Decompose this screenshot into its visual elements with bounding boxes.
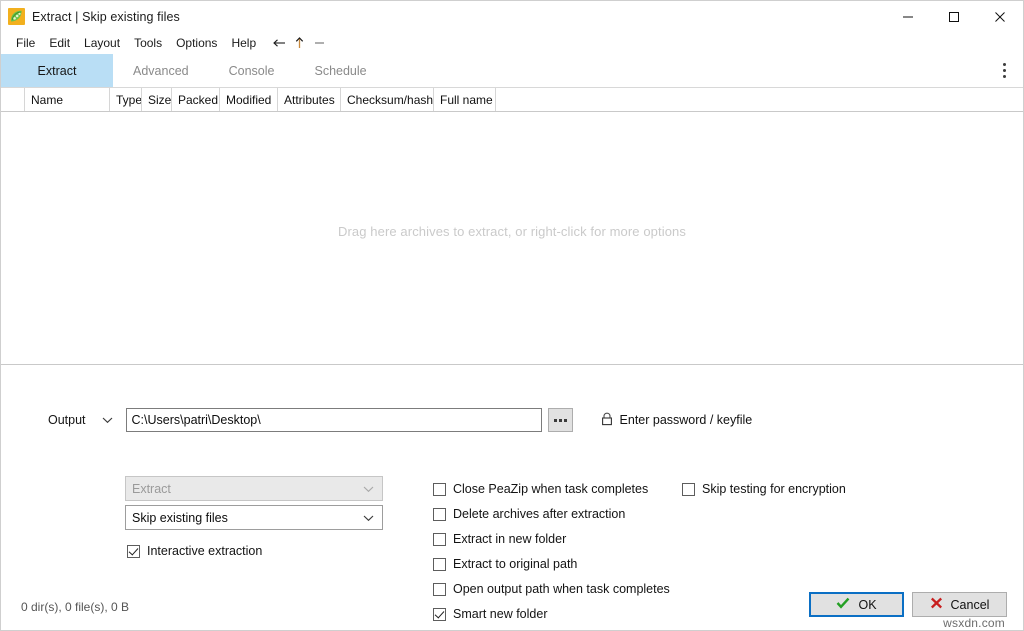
checkbox-interactive-extraction[interactable]: Interactive extraction bbox=[127, 544, 262, 558]
column-header-filler bbox=[496, 88, 1023, 111]
extraction-options-panel: Output C:\Users\patri\Desktop\ Enter pas… bbox=[1, 365, 1023, 630]
checkbox-box bbox=[127, 544, 140, 558]
drop-area-placeholder: Drag here archives to extract, or right-… bbox=[338, 224, 686, 239]
output-label: Output bbox=[48, 413, 86, 427]
column-header-modified[interactable]: Modified bbox=[220, 88, 278, 111]
checkbox-box bbox=[433, 532, 446, 546]
window-title: Extract | Skip existing files bbox=[32, 9, 180, 24]
close-button[interactable] bbox=[977, 1, 1023, 32]
maximize-button[interactable] bbox=[931, 1, 977, 32]
checkbox-box bbox=[433, 482, 446, 496]
column-header-type[interactable]: Type bbox=[110, 88, 142, 111]
checkbox-label: Interactive extraction bbox=[147, 544, 263, 558]
enter-password-label: Enter password / keyfile bbox=[619, 413, 753, 427]
menu-options[interactable]: Options bbox=[169, 34, 224, 53]
lock-icon bbox=[601, 412, 613, 429]
checkbox-label: Extract in new folder bbox=[453, 532, 567, 546]
tab-console[interactable]: Console bbox=[209, 54, 295, 87]
minimize-button[interactable] bbox=[885, 1, 931, 32]
column-header-name[interactable]: Name bbox=[25, 88, 110, 111]
file-list-column-headers: Name Type Size Packed Modified Attribute… bbox=[1, 88, 1023, 112]
ok-button[interactable]: OK bbox=[809, 592, 904, 617]
cancel-button[interactable]: Cancel bbox=[912, 592, 1007, 617]
check-icon bbox=[836, 597, 850, 612]
checkbox-label: Open output path when task completes bbox=[453, 582, 670, 596]
window-controls bbox=[885, 1, 1023, 32]
collapse-dash-icon[interactable] bbox=[309, 34, 329, 52]
kebab-dot-2 bbox=[1002, 69, 1006, 72]
checkbox-label: Close PeaZip when task completes bbox=[453, 482, 649, 496]
title-bar: Extract | Skip existing files bbox=[1, 1, 1023, 32]
extraction-action-combo: Extract bbox=[125, 476, 383, 501]
menu-tools[interactable]: Tools bbox=[127, 34, 169, 53]
checkbox-box bbox=[433, 557, 446, 571]
ok-button-label: OK bbox=[858, 597, 877, 612]
output-path-input[interactable]: C:\Users\patri\Desktop\ bbox=[125, 408, 542, 432]
browse-dot-3 bbox=[563, 418, 567, 422]
cross-icon bbox=[930, 597, 943, 612]
kebab-menu-icon[interactable] bbox=[991, 54, 1017, 87]
tab-extract[interactable]: Extract bbox=[1, 54, 113, 87]
column-header-fullname[interactable]: Full name bbox=[434, 88, 496, 111]
checkbox-extract-in-new-folder[interactable]: Extract in new folder bbox=[433, 532, 566, 546]
checkbox-box bbox=[682, 482, 695, 496]
menu-edit[interactable]: Edit bbox=[42, 34, 77, 53]
column-header-size[interactable]: Size bbox=[142, 88, 172, 111]
kebab-dot-1 bbox=[1002, 63, 1006, 66]
output-path-row: Output C:\Users\patri\Desktop\ Enter pas… bbox=[1, 407, 1023, 433]
checkbox-open-output-path[interactable]: Open output path when task completes bbox=[433, 582, 670, 596]
checkbox-box bbox=[433, 607, 446, 621]
tab-schedule[interactable]: Schedule bbox=[294, 54, 386, 87]
checkbox-skip-testing-encryption[interactable]: Skip testing for encryption bbox=[682, 482, 846, 496]
existing-files-policy-value: Skip existing files bbox=[132, 510, 228, 525]
enter-password-link[interactable]: Enter password / keyfile bbox=[601, 412, 753, 429]
checkbox-delete-archives[interactable]: Delete archives after extraction bbox=[433, 507, 625, 521]
watermark: wsxdn.com bbox=[943, 616, 1005, 630]
chevron-down-icon bbox=[363, 477, 374, 500]
menu-file[interactable]: File bbox=[9, 34, 42, 53]
peazip-icon bbox=[8, 8, 25, 25]
tab-advanced[interactable]: Advanced bbox=[113, 54, 209, 87]
browse-dot-1 bbox=[553, 418, 557, 422]
column-header-packed[interactable]: Packed bbox=[172, 88, 220, 111]
up-arrow-icon[interactable] bbox=[289, 34, 309, 52]
kebab-dot-3 bbox=[1002, 75, 1006, 78]
chevron-down-icon[interactable] bbox=[100, 416, 116, 424]
menu-bar: File Edit Layout Tools Options Help bbox=[1, 32, 1023, 54]
status-bar-text: 0 dir(s), 0 file(s), 0 B bbox=[21, 600, 130, 614]
column-header-icon[interactable] bbox=[1, 88, 25, 111]
column-header-attributes[interactable]: Attributes bbox=[278, 88, 341, 111]
checkbox-close-peazip[interactable]: Close PeaZip when task completes bbox=[433, 482, 648, 496]
chevron-down-icon bbox=[363, 506, 374, 529]
menu-layout[interactable]: Layout bbox=[77, 34, 127, 53]
column-header-checksum[interactable]: Checksum/hash bbox=[341, 88, 434, 111]
checkbox-label: Skip testing for encryption bbox=[702, 482, 846, 496]
extraction-action-value: Extract bbox=[132, 481, 171, 496]
menu-help[interactable]: Help bbox=[224, 34, 263, 53]
checkbox-label: Smart new folder bbox=[453, 607, 548, 621]
checkbox-box bbox=[433, 507, 446, 521]
checkbox-box bbox=[433, 582, 446, 596]
checkbox-label: Extract to original path bbox=[453, 557, 578, 571]
checkbox-smart-new-folder[interactable]: Smart new folder bbox=[433, 607, 547, 621]
tab-bar: Extract Advanced Console Schedule bbox=[1, 54, 1023, 88]
checkbox-label: Delete archives after extraction bbox=[453, 507, 626, 521]
checkbox-extract-to-original-path[interactable]: Extract to original path bbox=[433, 557, 577, 571]
navigation-icons bbox=[269, 34, 329, 52]
cancel-button-label: Cancel bbox=[950, 597, 990, 612]
back-arrow-icon[interactable] bbox=[269, 34, 289, 52]
existing-files-policy-combo[interactable]: Skip existing files bbox=[125, 505, 383, 530]
archive-drop-area[interactable]: Drag here archives to extract, or right-… bbox=[1, 112, 1023, 365]
browse-output-button[interactable] bbox=[547, 408, 573, 432]
peazip-extract-window: Extract | Skip existing files File Edit … bbox=[0, 0, 1024, 631]
dialog-action-buttons: OK Cancel bbox=[809, 592, 1007, 617]
browse-dot-2 bbox=[558, 418, 562, 422]
